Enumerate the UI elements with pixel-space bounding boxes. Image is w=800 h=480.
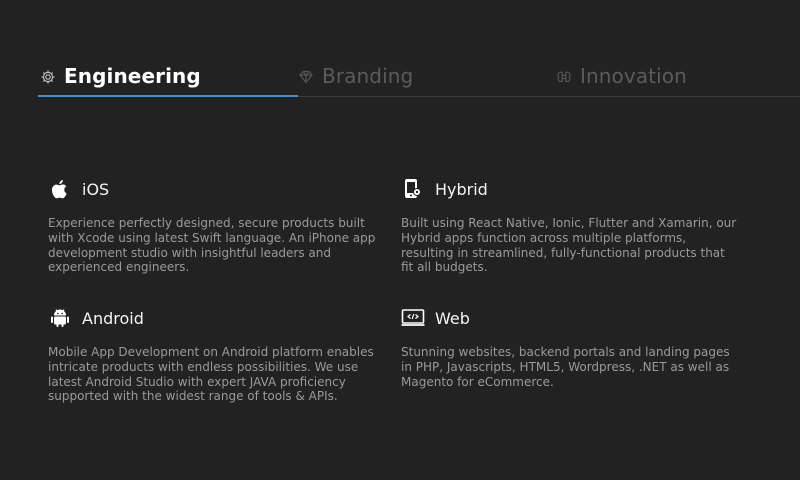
diamond-icon — [298, 69, 314, 85]
tab-engineering[interactable]: Engineering — [40, 56, 201, 96]
service-description: Mobile App Development on Android platfo… — [48, 345, 374, 404]
service-title: iOS — [82, 179, 110, 199]
service-title: Hybrid — [435, 179, 488, 199]
tab-innovation[interactable]: Innovation — [556, 56, 687, 96]
tab-label: Innovation — [580, 64, 687, 88]
service-web: Web Stunning websites, backend portals a… — [401, 306, 737, 389]
hybrid-device-icon — [401, 177, 425, 201]
tab-label: Branding — [322, 64, 414, 88]
service-title: Web — [435, 308, 470, 328]
service-ios: iOS Experience perfectly designed, secur… — [48, 177, 384, 275]
android-icon — [48, 306, 72, 330]
tab-bar: Engineering Branding Innovation — [0, 0, 800, 97]
service-description: Built using React Native, Ionic, Flutter… — [401, 216, 737, 275]
service-description: Stunning websites, backend portals and l… — [401, 345, 730, 389]
tab-branding[interactable]: Branding — [298, 56, 413, 96]
gear-icon — [40, 69, 56, 85]
apple-icon — [48, 177, 72, 201]
service-android: Android Mobile App Development on Androi… — [48, 306, 384, 404]
brain-icon — [556, 69, 572, 85]
service-hybrid: Hybrid Built using React Native, Ionic, … — [401, 177, 737, 275]
service-title: Android — [82, 308, 144, 328]
code-window-icon — [401, 306, 425, 330]
tab-label: Engineering — [64, 64, 201, 88]
service-description: Experience perfectly designed, secure pr… — [48, 216, 376, 275]
